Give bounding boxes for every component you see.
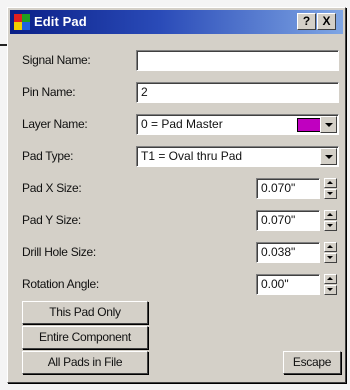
pin-name-label: Pin Name: (22, 85, 76, 99)
signal-name-label: Signal Name: (22, 53, 91, 67)
chevron-down-icon[interactable] (320, 116, 337, 133)
title-bar[interactable]: Edit Pad ? X (10, 10, 343, 34)
spin-up-icon[interactable] (324, 178, 337, 188)
pad-type-select[interactable]: T1 = Oval thru Pad (136, 146, 339, 167)
pad-x-size-label: Pad X Size: (22, 181, 82, 195)
layer-name-select[interactable]: 0 = Pad Master (136, 114, 339, 135)
this-pad-only-button[interactable]: This Pad Only (22, 301, 148, 324)
pad-x-size-input[interactable]: 0.070" (256, 178, 320, 199)
layer-name-label: Layer Name: (22, 117, 88, 131)
rotation-angle-input[interactable]: 0.00" (256, 274, 320, 295)
entire-component-button[interactable]: Entire Component (22, 326, 148, 349)
spin-down-icon[interactable] (324, 189, 337, 199)
layer-color-swatch (297, 118, 321, 132)
pad-x-size-spinner[interactable] (324, 178, 337, 199)
drill-hole-size-spinner[interactable] (324, 242, 337, 263)
layer-name-value: 0 = Pad Master (141, 117, 223, 131)
spin-down-icon[interactable] (324, 285, 337, 295)
pad-y-size-input[interactable]: 0.070" (256, 210, 320, 231)
spin-down-icon[interactable] (324, 253, 337, 263)
spin-up-icon[interactable] (324, 210, 337, 220)
pin-name-input[interactable]: 2 (136, 82, 339, 103)
pad-y-size-spinner[interactable] (324, 210, 337, 231)
pad-y-size-label: Pad Y Size: (22, 213, 81, 227)
app-icon (14, 14, 30, 30)
rotation-angle-label: Rotation Angle: (22, 277, 99, 291)
escape-button[interactable]: Escape (283, 351, 341, 374)
drill-hole-size-input[interactable]: 0.038" (256, 242, 320, 263)
spin-down-icon[interactable] (324, 221, 337, 231)
pad-type-value: T1 = Oval thru Pad (141, 149, 243, 163)
drill-hole-size-label: Drill Hole Size: (22, 245, 96, 259)
edit-pad-dialog: Edit Pad ? X Signal Name: Pin Name: 2 La… (7, 7, 346, 383)
window-title: Edit Pad (34, 14, 87, 29)
spin-up-icon[interactable] (324, 242, 337, 252)
signal-name-input[interactable] (136, 50, 339, 71)
chevron-down-icon[interactable] (320, 148, 337, 165)
spin-up-icon[interactable] (324, 274, 337, 284)
rotation-angle-spinner[interactable] (324, 274, 337, 295)
all-pads-in-file-button[interactable]: All Pads in File (22, 351, 148, 374)
close-button[interactable]: X (317, 13, 336, 30)
pad-type-label: Pad Type: (22, 149, 74, 163)
help-button[interactable]: ? (297, 13, 316, 30)
